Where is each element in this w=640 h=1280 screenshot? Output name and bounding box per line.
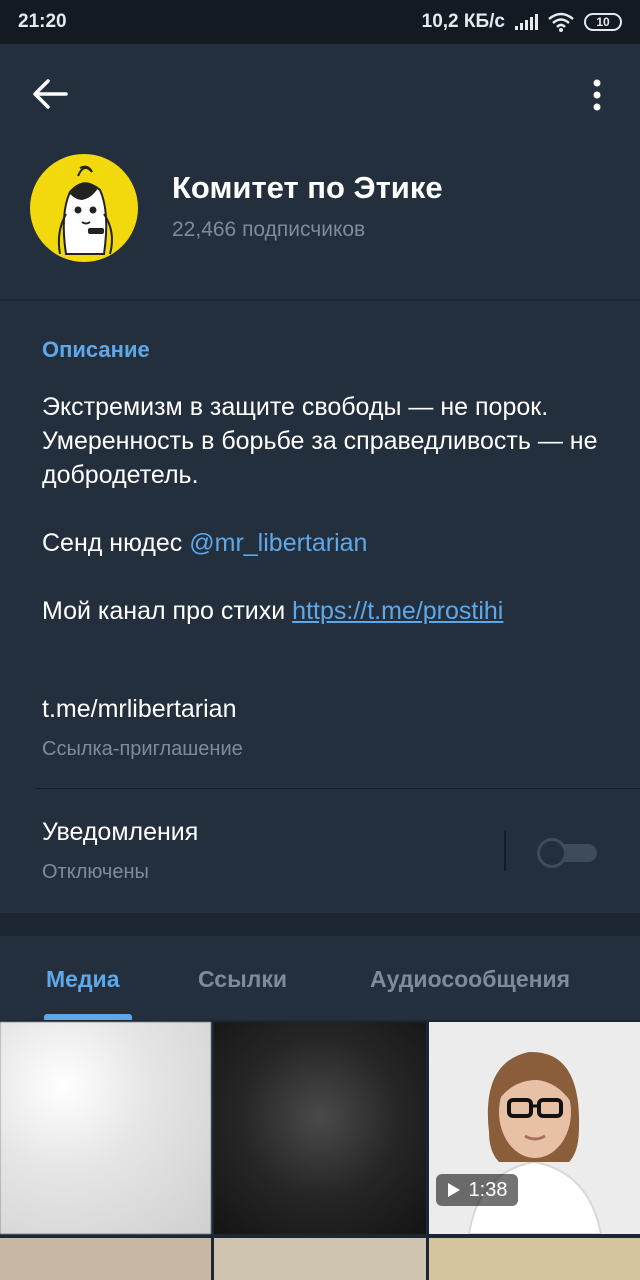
description-label: Описание [42,337,150,362]
send-prefix: Сенд нюдес [42,529,190,557]
arrow-left-icon[interactable] [30,77,70,111]
media-thumbnail[interactable] [0,1022,211,1234]
more-vert-icon[interactable] [584,77,610,113]
anime-girl-avatar-image [57,165,113,255]
media-tabs: Медиа Ссылки Аудиосообщения [0,936,640,1020]
status-icons: 10,2 КБ/с 10 [422,11,622,33]
notifications-status: Отключены [42,861,149,883]
invite-link[interactable]: t.me/mrlibertarian [42,695,237,724]
notifications-title[interactable]: Уведомления [42,818,198,847]
media-thumbnail[interactable] [214,1022,426,1234]
send-line: Сенд нюдес @mr_libertarian [42,526,602,560]
media-thumbnail[interactable] [429,1238,640,1280]
channel-header: Комитет по Этике 22,466 подписчиков [0,44,640,299]
media-thumbnail[interactable] [0,1238,211,1280]
channel-prefix: Мой канал про стихи [42,597,293,625]
battery-icon: 10 [584,13,622,31]
subscriber-count: 22,466 подписчиков [172,218,366,241]
video-duration: 1:38 [468,1178,508,1201]
channel-avatar[interactable] [30,154,138,262]
tab-media[interactable]: Медиа [46,966,119,993]
description-line-2: Умеренность в борьбе за справедливость —… [42,427,598,489]
channel-url-link[interactable]: https://t.me/prostihi [292,597,503,625]
media-grid [0,1022,640,1280]
toggle-knob [537,838,567,868]
wifi-icon [548,12,574,32]
description-panel: Описание Экстремизм в защите свободы — н… [0,301,640,913]
notifications-toggle[interactable] [537,838,597,868]
channel-title: Комитет по Этике [172,170,443,205]
channel-line: Мой канал про стихи https://t.me/prostih… [42,594,602,628]
video-duration-badge: 1:38 [436,1174,518,1206]
tab-links[interactable]: Ссылки [198,966,287,993]
username-mention-link[interactable]: @mr_libertarian [189,529,367,557]
network-speed: 10,2 КБ/с [421,11,505,32]
status-bar: 21:20 10,2 КБ/с 10 [0,0,640,44]
signal-icon [515,14,538,30]
status-time: 21:20 [18,11,67,32]
divider [36,788,640,789]
active-tab-indicator [44,1014,132,1020]
description-text: Экстремизм в защите свободы — не порок. … [42,390,602,628]
vertical-divider [504,831,506,871]
invite-link-caption: Ссылка-приглашение [42,738,243,760]
tab-voice-messages[interactable]: Аудиосообщения [370,966,570,993]
media-thumbnail[interactable] [214,1238,426,1280]
description-line-1: Экстремизм в защите свободы — не порок. [42,393,549,421]
play-icon [447,1183,460,1197]
